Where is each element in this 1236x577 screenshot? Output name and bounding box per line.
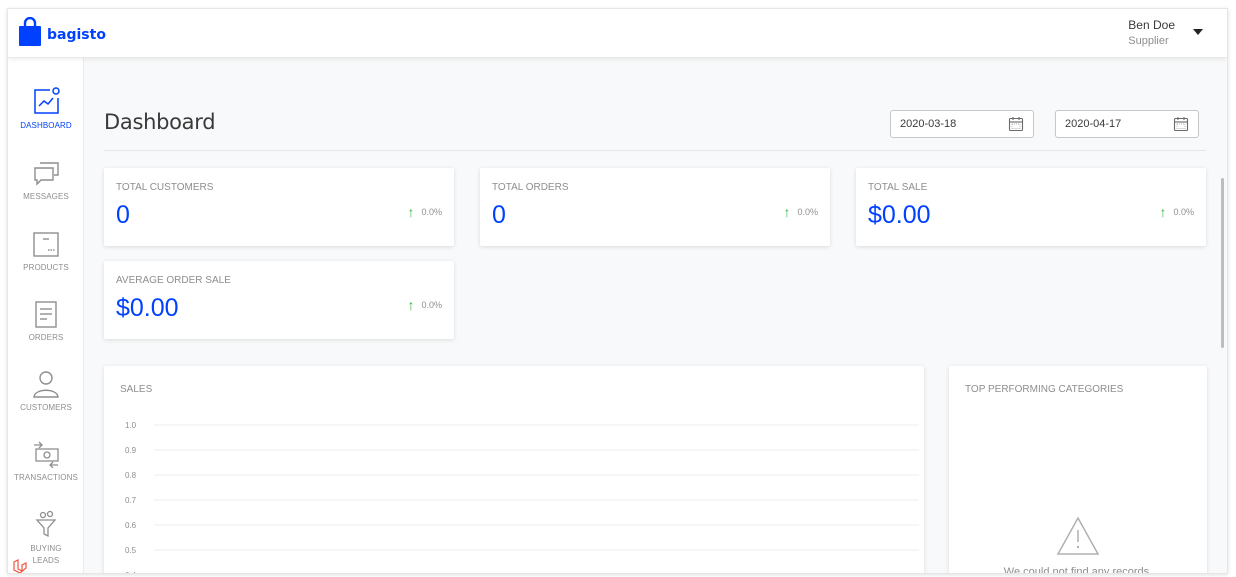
y-tick-label: 0.6 [125, 521, 137, 530]
end-date-value: 2020-04-17 [1065, 118, 1122, 130]
sidebar-item-label: DASHBOARD [20, 121, 72, 130]
sidebar-item-label: CUSTOMERS [20, 403, 72, 412]
calendar-icon[interactable] [1008, 116, 1024, 132]
empty-state: We could not find any records. [949, 516, 1207, 574]
y-tick-label: 0.8 [125, 471, 137, 480]
y-tick-label: 0.4 [125, 571, 137, 574]
user-name: Ben Doe [1128, 18, 1175, 32]
warning-icon [1056, 516, 1100, 555]
y-tick-label: 1.0 [125, 421, 137, 430]
stat-label: AVERAGE ORDER SALE [116, 275, 231, 286]
page-title: Dashboard [104, 110, 216, 134]
y-tick-label: 0.7 [125, 496, 137, 505]
stat-change: ↑ 0.0% [783, 204, 818, 220]
main-content: Dashboard 2020-03-18 2020-04-17 TOTAL CU… [85, 58, 1227, 573]
sidebar-item-label: ORDERS [28, 333, 64, 342]
laravel-logo-icon [13, 559, 27, 573]
app-window: bagisto Ben Doe Supplier DASHBOARD MESSA… [7, 8, 1228, 574]
empty-message: We could not find any records. [1003, 566, 1153, 574]
start-date-input[interactable]: 2020-03-18 [890, 110, 1034, 138]
top-categories-title: TOP PERFORMING CATEGORIES [965, 384, 1124, 395]
end-date-input[interactable]: 2020-04-17 [1055, 110, 1199, 138]
shopping-bag-icon [19, 17, 41, 46]
stat-card-average-order-sale: AVERAGE ORDER SALE $0.00 ↑ 0.0% [104, 261, 454, 339]
sidebar-item-products[interactable]: PRODUCTS [8, 230, 84, 272]
user-role: Supplier [1128, 35, 1169, 47]
sales-chart-card: SALES 1.0 0.9 0.8 0.7 0.6 0.5 0.4 [104, 366, 924, 574]
stat-card-total-sale: TOTAL SALE $0.00 ↑ 0.0% [856, 168, 1206, 246]
start-date-value: 2020-03-18 [900, 118, 957, 130]
sidebar-item-label: BUYING LEADS [30, 544, 62, 565]
stat-label: TOTAL CUSTOMERS [116, 182, 214, 193]
stat-card-total-customers: TOTAL CUSTOMERS 0 ↑ 0.0% [104, 168, 454, 246]
products-box-icon [33, 232, 59, 257]
stat-change-value: 0.0% [797, 207, 818, 217]
stat-change-value: 0.0% [1173, 207, 1194, 217]
stat-card-total-orders: TOTAL ORDERS 0 ↑ 0.0% [480, 168, 830, 246]
arrow-up-icon: ↑ [407, 297, 415, 313]
user-menu[interactable]: Ben Doe Supplier [1128, 18, 1175, 47]
scrollbar-thumb[interactable] [1221, 178, 1224, 348]
sidebar-item-orders[interactable]: ORDERS [8, 300, 84, 342]
messages-icon [34, 162, 59, 186]
stat-value: $0.00 [116, 294, 179, 322]
sales-chart: 1.0 0.9 0.8 0.7 0.6 0.5 0.4 [125, 421, 919, 574]
stat-value: 0 [492, 201, 506, 229]
customer-user-icon [33, 371, 59, 398]
y-tick-label: 0.9 [125, 446, 137, 455]
stat-value: 0 [116, 201, 130, 229]
buying-leads-funnel-icon [35, 510, 57, 538]
brand-name: bagisto [47, 26, 106, 43]
stat-label: TOTAL ORDERS [492, 182, 569, 193]
title-divider [104, 150, 1206, 151]
arrow-up-icon: ↑ [407, 204, 415, 220]
y-tick-label: 0.5 [125, 546, 137, 555]
sidebar-item-label: MESSAGES [23, 192, 69, 201]
orders-document-icon [35, 301, 57, 328]
dashboard-chart-icon [34, 87, 60, 114]
transactions-money-icon [34, 441, 59, 468]
sidebar-item-label: PRODUCTS [23, 263, 69, 272]
sidebar-item-transactions[interactable]: TRANSACTIONS [8, 440, 84, 482]
caret-down-icon[interactable] [1193, 29, 1203, 35]
sidebar: DASHBOARD MESSAGES PRODUCTS ORDERS CUSTO… [8, 58, 84, 573]
stat-change-value: 0.0% [421, 207, 442, 217]
arrow-up-icon: ↑ [783, 204, 791, 220]
sidebar-item-dashboard[interactable]: DASHBOARD [8, 86, 84, 130]
sidebar-item-customers[interactable]: CUSTOMERS [8, 370, 84, 412]
arrow-up-icon: ↑ [1159, 204, 1167, 220]
stat-change: ↑ 0.0% [407, 297, 442, 313]
sidebar-item-label: TRANSACTIONS [14, 473, 78, 482]
brand-logo[interactable]: bagisto [18, 17, 106, 47]
stat-change-value: 0.0% [421, 300, 442, 310]
stat-change: ↑ 0.0% [407, 204, 442, 220]
stat-value: $0.00 [868, 201, 931, 229]
sidebar-item-messages[interactable]: MESSAGES [8, 159, 84, 201]
stat-label: TOTAL SALE [868, 182, 928, 193]
top-header: bagisto Ben Doe Supplier [8, 9, 1227, 58]
calendar-icon[interactable] [1173, 116, 1189, 132]
stat-change: ↑ 0.0% [1159, 204, 1194, 220]
top-categories-card: TOP PERFORMING CATEGORIES We could not f… [949, 366, 1207, 574]
